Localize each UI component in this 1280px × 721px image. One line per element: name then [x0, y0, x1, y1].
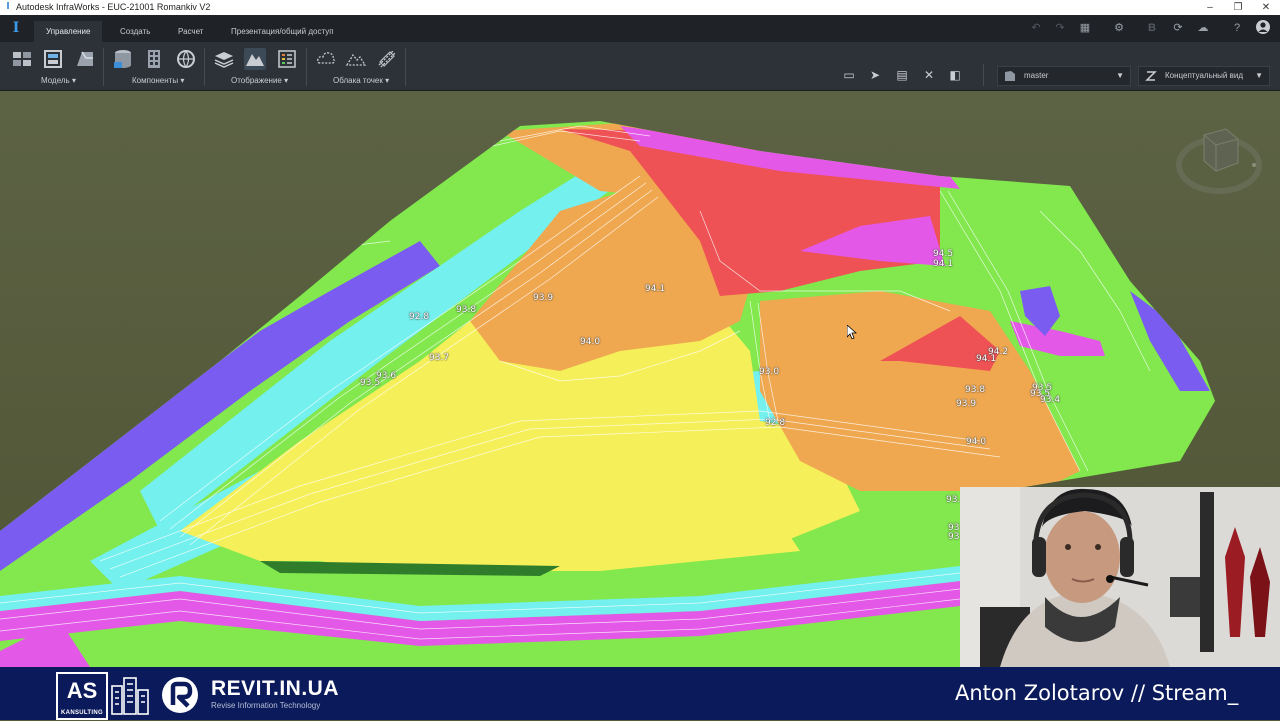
site-name: REVIT.IN.UA: [211, 677, 340, 700]
ribbon-group-model[interactable]: Модель ▾: [41, 76, 76, 85]
elevation-label: 93.8: [456, 305, 477, 315]
redo-icon[interactable]: ↷: [1052, 20, 1068, 36]
user-avatar-icon[interactable]: [1255, 20, 1271, 36]
grid-icon[interactable]: ▦: [1077, 20, 1093, 36]
legend-list-icon[interactable]: [276, 48, 298, 70]
proposal-value: master: [1024, 71, 1049, 80]
elevation-label: 93.4: [1040, 395, 1061, 405]
chevron-down-icon: ▼: [1255, 71, 1263, 80]
terrain-theme-icon[interactable]: [244, 48, 266, 70]
elevation-label: 93.5: [360, 378, 381, 388]
elevation-label: 94.1: [933, 259, 954, 269]
mouse-cursor-icon: [846, 324, 858, 340]
data-sources-icon[interactable]: [11, 48, 33, 70]
ribbon-group-components[interactable]: Компоненты ▾: [132, 76, 184, 85]
app-icon: I: [6, 1, 10, 12]
building-logo-icon: [110, 672, 152, 716]
elevation-label: 93.9: [533, 293, 554, 303]
streamer-name: Anton Zolotarov // Stream_: [955, 681, 1239, 705]
elevation-label: 94.1: [976, 354, 997, 364]
ribbon-separator: [103, 48, 104, 86]
ribbon-separator: [204, 48, 205, 86]
gear-icon[interactable]: ⚙: [1111, 20, 1127, 36]
as-logo-text: AS: [66, 678, 98, 703]
elevation-label: 94.1: [645, 284, 666, 294]
site-tagline: Revise Information Technology: [211, 701, 321, 710]
display-settings-icon[interactable]: ▭: [840, 66, 858, 84]
close-button[interactable]: ✕: [1252, 0, 1280, 15]
tab-create[interactable]: Создать: [108, 21, 162, 42]
visual-style-icon: [1145, 70, 1157, 82]
building-component-icon[interactable]: [143, 48, 165, 70]
elevation-label: 92.8: [409, 312, 430, 322]
webcam-overlay: [960, 487, 1280, 667]
point-cloud-modeling-icon[interactable]: [376, 48, 398, 70]
tab-analyze[interactable]: Расчет: [166, 21, 215, 42]
help-icon[interactable]: ?: [1229, 20, 1245, 36]
measure-icon[interactable]: ▤: [893, 66, 911, 84]
elevation-label: 93.7: [429, 353, 450, 363]
infraworks-menu-icon[interactable]: I: [8, 20, 24, 36]
stream-banner: AS KANSULTING REVIT.IN.UA Revise Informa…: [0, 667, 1280, 720]
elevation-label: 93.0: [759, 367, 780, 377]
point-cloud-terrain-icon[interactable]: [345, 48, 367, 70]
ribbon-group-point-clouds[interactable]: Облака точек ▾: [333, 76, 389, 85]
revit-logo-icon: [160, 675, 200, 715]
cloud-model-icon[interactable]: ☁: [1195, 20, 1211, 36]
select-arrow-icon[interactable]: ➤: [866, 66, 884, 84]
ribbon-separator: [405, 48, 406, 86]
elevation-label: 92.8: [765, 418, 786, 428]
tools-icon[interactable]: ✕: [920, 66, 938, 84]
elevation-label: 94.0: [966, 437, 987, 447]
elevation-label: 94.5: [933, 249, 954, 259]
ribbon-separator: [306, 48, 307, 86]
model-properties-icon[interactable]: [74, 48, 96, 70]
globe-component-icon[interactable]: [175, 48, 197, 70]
sync-icon[interactable]: ⟳: [1170, 20, 1186, 36]
tab-present-share[interactable]: Презентация/общий доступ: [219, 21, 346, 42]
visual-style-value: Концептуальный вид: [1165, 71, 1243, 80]
bookmark-icon[interactable]: ◧: [946, 66, 964, 84]
ribbon: Модель ▾ Компоненты ▾ Отображение ▾ Обла…: [0, 42, 1280, 91]
title-bar: I Autodesk InfraWorks - EUC-21001 Romank…: [0, 0, 1280, 15]
chevron-down-icon: ▼: [1116, 71, 1124, 80]
as-logo-subtext: KANSULTING: [61, 710, 103, 716]
undo-icon[interactable]: ↶: [1028, 20, 1044, 36]
ribbon-group-display[interactable]: Отображение ▾: [231, 76, 288, 85]
elevation-label: 93.8: [965, 385, 986, 395]
database-icon[interactable]: [112, 48, 134, 70]
point-cloud-import-icon[interactable]: [315, 48, 337, 70]
elevation-label: 93.9: [956, 399, 977, 409]
menu-bar: I Управление Создать Расчет Презентация/…: [0, 15, 1280, 42]
elevation-label: 93: [948, 532, 960, 542]
as-kansulting-logo: AS KANSULTING: [56, 672, 108, 720]
proposal-dropdown[interactable]: master ▼: [997, 66, 1131, 86]
window-title: Autodesk InfraWorks - EUC-21001 Romankiv…: [16, 2, 211, 12]
minimize-button[interactable]: –: [1196, 0, 1224, 15]
elevation-label: 94.0: [580, 337, 601, 347]
model-explorer-icon[interactable]: [42, 48, 64, 70]
tab-manage[interactable]: Управление: [34, 21, 103, 42]
viewcube-navigation[interactable]: [1176, 125, 1262, 195]
restore-button[interactable]: ❐: [1224, 0, 1252, 15]
bim-icon[interactable]: B: [1144, 20, 1160, 36]
proposal-icon: [1004, 70, 1016, 82]
ribbon-separator: [983, 64, 984, 86]
visual-style-dropdown[interactable]: Концептуальный вид ▼: [1138, 66, 1270, 86]
layers-icon[interactable]: [213, 48, 235, 70]
elevation-label: 93.: [946, 495, 961, 505]
